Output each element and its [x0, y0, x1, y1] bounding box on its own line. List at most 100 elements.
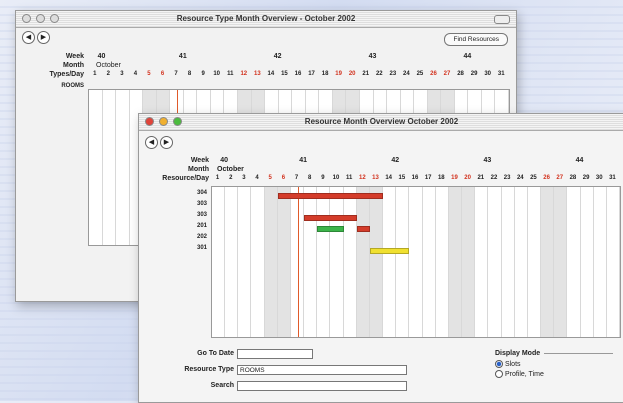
front-day-header[interactable]: 4 — [250, 175, 263, 181]
find-resources-button[interactable]: Find Resources — [444, 33, 508, 46]
back-day-header[interactable]: 26 — [427, 71, 441, 77]
booking-bar[interactable] — [304, 215, 357, 221]
booking-bar[interactable] — [317, 226, 344, 232]
toolbar-toggle-button[interactable] — [494, 15, 510, 24]
front-day-header[interactable]: 2 — [224, 175, 237, 181]
front-day-header[interactable]: 12 — [356, 175, 369, 181]
back-day-header[interactable]: 28 — [454, 71, 468, 77]
front-day-header[interactable]: 1 — [211, 175, 224, 181]
close-button[interactable] — [145, 117, 154, 126]
back-day-header[interactable]: 20 — [345, 71, 359, 77]
front-day-column — [475, 187, 489, 337]
prev-month-button[interactable]: ◀ — [145, 136, 158, 149]
prev-month-button[interactable]: ◀ — [22, 31, 35, 44]
front-day-header[interactable]: 11 — [343, 175, 356, 181]
mode-slots-radio[interactable] — [495, 360, 503, 368]
front-calendar-grid[interactable] — [211, 186, 621, 338]
back-day-header[interactable]: 31 — [494, 71, 508, 77]
booking-bar[interactable] — [369, 248, 410, 254]
front-day-header[interactable]: 19 — [448, 175, 461, 181]
back-day-header[interactable]: 13 — [251, 71, 265, 77]
front-day-header[interactable]: 27 — [553, 175, 566, 181]
front-day-header[interactable]: 31 — [606, 175, 619, 181]
back-day-header[interactable]: 12 — [237, 71, 251, 77]
front-day-header[interactable]: 21 — [474, 175, 487, 181]
front-day-header[interactable]: 10 — [329, 175, 342, 181]
goto-date-input[interactable] — [237, 349, 313, 359]
back-day-header[interactable]: 2 — [102, 71, 116, 77]
back-window-controls — [22, 14, 59, 23]
booking-bar[interactable] — [356, 226, 370, 232]
resource-label[interactable]: 304 — [149, 190, 207, 196]
back-day-header[interactable]: 7 — [169, 71, 183, 77]
front-day-header[interactable]: 18 — [435, 175, 448, 181]
back-day-header[interactable]: 18 — [318, 71, 332, 77]
front-day-header[interactable]: 26 — [540, 175, 553, 181]
back-day-header[interactable]: 27 — [440, 71, 454, 77]
back-day-header[interactable]: 3 — [115, 71, 129, 77]
resource-type-input[interactable]: ROOMS — [237, 365, 407, 375]
back-day-header[interactable]: 23 — [386, 71, 400, 77]
back-day-header[interactable]: 19 — [332, 71, 346, 77]
front-day-header[interactable]: 6 — [277, 175, 290, 181]
back-day-header[interactable]: 25 — [413, 71, 427, 77]
back-day-header[interactable]: 22 — [373, 71, 387, 77]
back-day-header[interactable]: 15 — [278, 71, 292, 77]
front-day-header[interactable]: 3 — [237, 175, 250, 181]
next-month-button[interactable]: ▶ — [159, 136, 173, 149]
back-day-header[interactable]: 8 — [183, 71, 197, 77]
zoom-button[interactable] — [173, 117, 182, 126]
front-day-header[interactable]: 7 — [290, 175, 303, 181]
front-day-header[interactable]: 13 — [369, 175, 382, 181]
front-day-header[interactable]: 5 — [264, 175, 277, 181]
front-day-header[interactable]: 23 — [501, 175, 514, 181]
zoom-button[interactable] — [50, 14, 59, 23]
front-day-header[interactable]: 29 — [580, 175, 593, 181]
front-day-header[interactable]: 30 — [593, 175, 606, 181]
back-day-header[interactable]: 10 — [210, 71, 224, 77]
front-day-header[interactable]: 16 — [408, 175, 421, 181]
resource-label[interactable]: 303 — [149, 212, 207, 218]
back-day-header[interactable]: 21 — [359, 71, 373, 77]
back-day-header[interactable]: 16 — [291, 71, 305, 77]
front-day-header[interactable]: 24 — [514, 175, 527, 181]
front-day-header[interactable]: 14 — [382, 175, 395, 181]
back-day-header[interactable]: 11 — [223, 71, 237, 77]
mode-slots-option[interactable]: Slots — [495, 360, 613, 368]
back-day-header[interactable]: 14 — [264, 71, 278, 77]
mode-profile-option[interactable]: Profile, Time — [495, 370, 613, 378]
back-day-header[interactable]: 17 — [305, 71, 319, 77]
back-day-header[interactable]: 1 — [88, 71, 102, 77]
minimize-button[interactable] — [159, 117, 168, 126]
search-input[interactable] — [237, 381, 407, 391]
next-month-button[interactable]: ▶ — [36, 31, 50, 44]
back-day-header[interactable]: 29 — [467, 71, 481, 77]
back-day-header[interactable]: 5 — [142, 71, 156, 77]
close-button[interactable] — [22, 14, 31, 23]
front-day-header[interactable]: 28 — [566, 175, 579, 181]
resource-label[interactable]: 303 — [149, 201, 207, 207]
front-day-column — [528, 187, 542, 337]
booking-bar[interactable] — [277, 193, 384, 199]
front-day-header[interactable]: 9 — [316, 175, 329, 181]
front-day-header[interactable]: 25 — [527, 175, 540, 181]
back-day-header[interactable]: 24 — [400, 71, 414, 77]
back-day-header[interactable]: 4 — [129, 71, 143, 77]
minimize-button[interactable] — [36, 14, 45, 23]
front-day-header[interactable]: 17 — [422, 175, 435, 181]
resource-label[interactable]: 201 — [149, 223, 207, 229]
mode-profile-radio[interactable] — [495, 370, 503, 378]
back-day-header[interactable]: 9 — [196, 71, 210, 77]
back-day-header[interactable]: 30 — [481, 71, 495, 77]
back-day-header[interactable]: 6 — [156, 71, 170, 77]
resource-label[interactable]: 202 — [149, 234, 207, 240]
resource-label[interactable]: 301 — [149, 245, 207, 251]
back-window-titlebar: Resource Type Month Overview - October 2… — [16, 11, 516, 28]
front-day-column — [304, 187, 318, 337]
front-day-column — [448, 187, 463, 337]
front-day-header[interactable]: 22 — [487, 175, 500, 181]
front-day-header[interactable]: 20 — [461, 175, 474, 181]
front-day-header[interactable]: 8 — [303, 175, 316, 181]
front-day-column — [488, 187, 502, 337]
front-day-header[interactable]: 15 — [395, 175, 408, 181]
